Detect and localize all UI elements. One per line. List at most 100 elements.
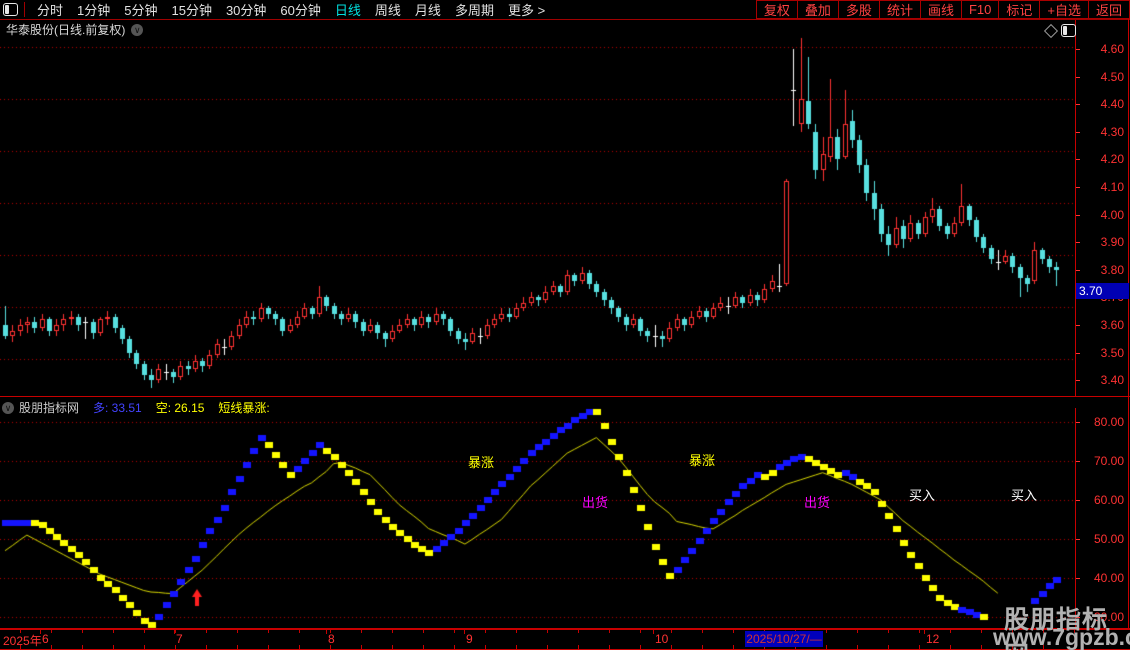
last-price-marker: 3.70 bbox=[1076, 283, 1129, 300]
minor-tick bbox=[950, 645, 951, 649]
minor-tick bbox=[733, 645, 734, 649]
price-axis-tick bbox=[1076, 131, 1080, 133]
toolbar-button-多股[interactable]: 多股 bbox=[837, 0, 879, 19]
watermark-url: www.7gpzb.com bbox=[993, 624, 1130, 650]
value-axis-tick bbox=[1076, 500, 1080, 501]
minor-tick bbox=[392, 645, 393, 649]
chevron-down-icon[interactable]: ∨ bbox=[131, 23, 144, 36]
minor-tick bbox=[268, 645, 269, 649]
minor-tick bbox=[888, 645, 889, 649]
toolbar-button-叠加[interactable]: 叠加 bbox=[796, 0, 838, 19]
nav-item-5分钟[interactable]: 5分钟 bbox=[124, 0, 157, 19]
minor-tick bbox=[919, 645, 920, 649]
minor-tick bbox=[51, 630, 52, 633]
year-label: 2025年 bbox=[3, 634, 42, 648]
nav-item-1分钟[interactable]: 1分钟 bbox=[77, 0, 110, 19]
minor-tick bbox=[175, 630, 176, 633]
nav-item-更多 >[interactable]: 更多 > bbox=[508, 0, 545, 19]
minor-tick bbox=[392, 630, 393, 633]
value-axis-tick bbox=[1076, 461, 1080, 462]
price-axis-label: 4.30 bbox=[1100, 124, 1124, 139]
minor-tick bbox=[82, 630, 83, 633]
month-tick bbox=[924, 630, 925, 634]
minor-tick bbox=[578, 630, 579, 633]
toolbar-button-+自选[interactable]: +自选 bbox=[1039, 0, 1088, 19]
minor-tick bbox=[640, 630, 641, 633]
minor-tick bbox=[702, 630, 703, 633]
nav-item-15分钟[interactable]: 15分钟 bbox=[171, 0, 211, 19]
value-axis-label: 40.00 bbox=[1093, 571, 1124, 585]
minor-tick bbox=[423, 630, 424, 633]
price-axis-tick bbox=[1076, 49, 1080, 50]
indicator-chart[interactable] bbox=[0, 408, 1074, 640]
nav-item-60分钟[interactable]: 60分钟 bbox=[280, 0, 320, 19]
minor-tick bbox=[51, 645, 52, 649]
minor-tick bbox=[20, 630, 21, 633]
chart-title-row: 华泰股份(日线.前复权) ∨ bbox=[6, 21, 144, 38]
minor-tick bbox=[268, 630, 269, 633]
minor-tick bbox=[733, 630, 734, 633]
minor-tick bbox=[671, 645, 672, 649]
price-axis-label: 3.50 bbox=[1100, 345, 1124, 360]
toolbar-button-复权[interactable]: 复权 bbox=[755, 0, 797, 19]
selected-date-marker: 2025/10/27/— bbox=[745, 631, 823, 647]
price-axis-label: 3.40 bbox=[1100, 373, 1124, 388]
price-axis-tick bbox=[1076, 104, 1080, 106]
minor-tick bbox=[919, 630, 920, 633]
minor-tick bbox=[981, 630, 982, 633]
minor-tick bbox=[454, 630, 455, 633]
price-axis-label: 4.10 bbox=[1100, 180, 1124, 194]
bull-value: 多: 33.51 bbox=[93, 401, 142, 415]
month-label-10: 10 bbox=[655, 632, 669, 646]
minor-tick bbox=[113, 645, 114, 649]
minor-tick bbox=[609, 645, 610, 649]
minor-tick bbox=[206, 645, 207, 649]
minor-tick bbox=[547, 645, 548, 649]
minor-tick bbox=[702, 645, 703, 649]
minor-tick bbox=[144, 630, 145, 633]
minor-tick bbox=[857, 630, 858, 633]
bear-value: 空: 26.15 bbox=[155, 401, 205, 415]
value-axis-tick bbox=[1076, 539, 1080, 540]
toolbar-button-F10[interactable]: F10 bbox=[960, 0, 999, 19]
diamond-icon[interactable] bbox=[1043, 23, 1059, 39]
value-axis-label: 50.00 bbox=[1093, 532, 1124, 546]
toolbar-button-统计[interactable]: 统计 bbox=[878, 0, 920, 19]
toolbar-buttons: 复权 叠加 多股 统计 画线 F10 标记 +自选 返回 bbox=[755, 0, 1130, 19]
nav-item-日线[interactable]: 日线 bbox=[335, 0, 361, 19]
price-axis-tick bbox=[1076, 159, 1080, 161]
price-axis-label: 4.60 bbox=[1100, 42, 1124, 56]
minor-tick bbox=[826, 630, 827, 633]
candlestick-chart[interactable] bbox=[0, 20, 1074, 397]
signal-label-暴涨: 暴涨 bbox=[689, 453, 716, 468]
app-window: 分时 1分钟 5分钟 15分钟 30分钟 60分钟 日线 周线 月线 多周期 更多 > 复权 叠加 多股… bbox=[0, 0, 1130, 650]
minor-tick bbox=[516, 645, 517, 649]
nav-item-30分钟[interactable]: 30分钟 bbox=[226, 0, 266, 19]
chevron-down-icon[interactable]: ∨ bbox=[2, 401, 14, 414]
nav-item-分时[interactable]: 分时 bbox=[37, 0, 63, 19]
split-panel-icon[interactable] bbox=[3, 3, 18, 16]
minor-tick bbox=[299, 645, 300, 649]
toolbar-button-标记[interactable]: 标记 bbox=[998, 0, 1040, 19]
time-axis: 2025年 2025/10/27/— 6 7 8 9 10 12 bbox=[0, 629, 1130, 650]
minor-tick bbox=[206, 630, 207, 633]
toolbar-button-返回[interactable]: 返回 bbox=[1087, 0, 1130, 19]
value-axis-label: 70.00 bbox=[1093, 454, 1124, 468]
price-axis-tick bbox=[1076, 242, 1080, 244]
minor-tick bbox=[361, 645, 362, 649]
toolbar-button-画线[interactable]: 画线 bbox=[919, 0, 961, 19]
period-tabs: 分时 1分钟 5分钟 15分钟 30分钟 60分钟 日线 周线 月线 多周期 更多 > bbox=[0, 0, 552, 19]
minor-tick bbox=[857, 645, 858, 649]
value-axis-tick bbox=[1076, 578, 1080, 579]
split-panel-icon-right[interactable] bbox=[1061, 24, 1076, 37]
minor-tick bbox=[175, 645, 176, 649]
nav-item-月线[interactable]: 月线 bbox=[415, 0, 441, 19]
month-tick bbox=[326, 630, 327, 634]
price-axis: 3.70 4.60 4.50 4.40 4.30 4.20 4.10 4.00 3.90 3.8… bbox=[1075, 20, 1130, 397]
stock-title: 华泰股份(日线.前复权) bbox=[6, 23, 126, 37]
price-axis-tick bbox=[1076, 269, 1080, 271]
value-axis: 80.00 70.00 60.00 50.00 40.00 30.00 bbox=[1075, 408, 1130, 628]
nav-item-多周期[interactable]: 多周期 bbox=[455, 0, 494, 19]
nav-item-周线[interactable]: 周线 bbox=[375, 0, 401, 19]
minor-tick bbox=[640, 645, 641, 649]
